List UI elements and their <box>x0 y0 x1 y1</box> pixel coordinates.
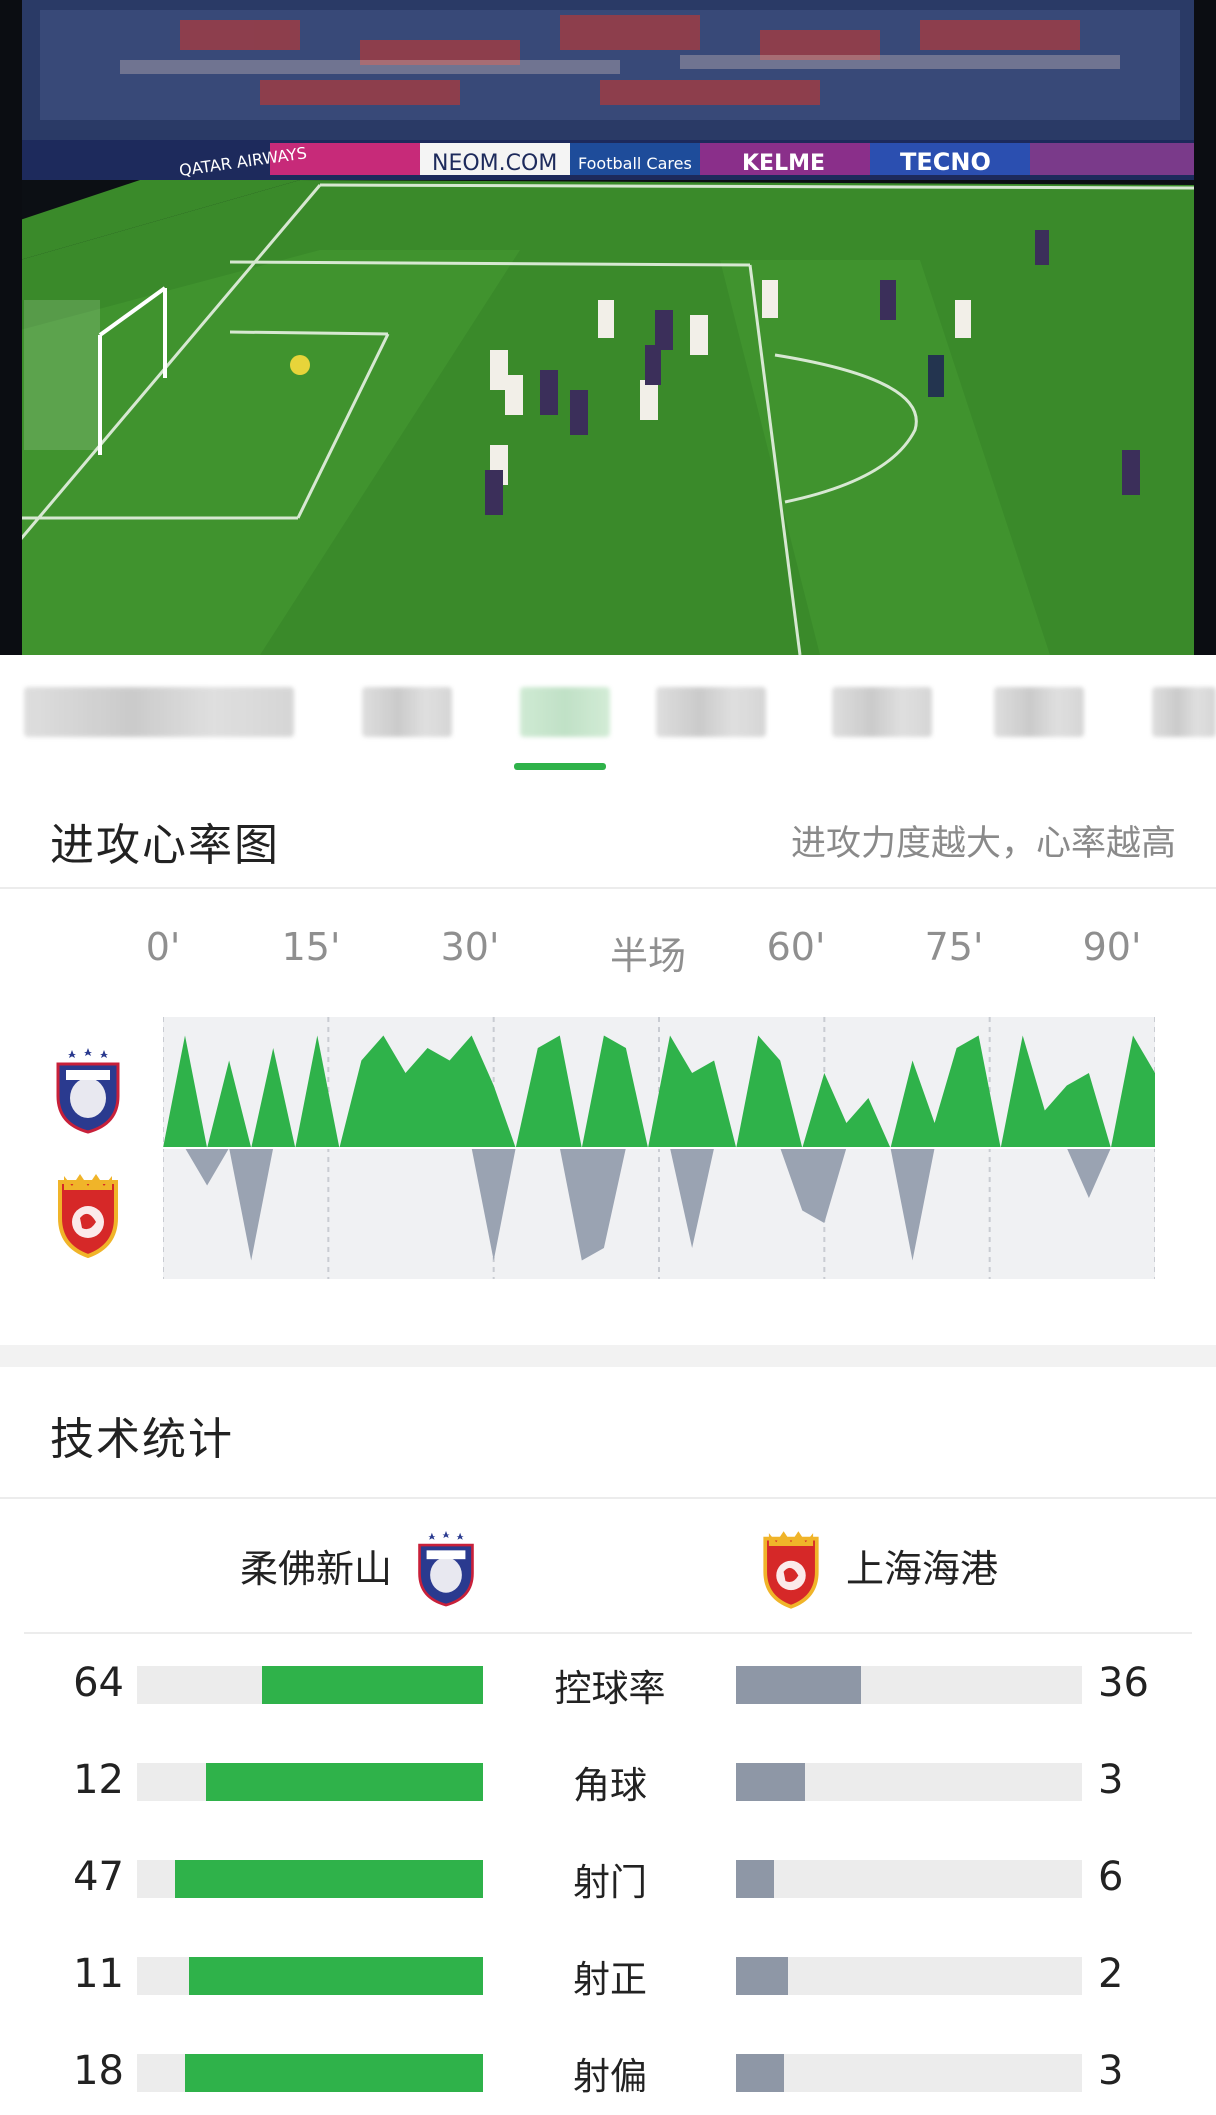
tab-1[interactable] <box>24 687 294 737</box>
tab-active-indicator <box>514 763 606 770</box>
home-off-target-value: 18 <box>73 2048 124 2094</box>
away-team-crest-icon <box>763 1531 819 1609</box>
tab-7[interactable] <box>1152 687 1216 737</box>
home-shots-value: 47 <box>73 1854 124 1900</box>
stat-row-shots-off-target: 18 射偏 3 <box>0 2042 1216 2102</box>
away-on-target-value: 2 <box>1098 1951 1124 1997</box>
stat-row-corners: 12 角球 3 <box>0 1751 1216 1811</box>
home-possession-fill <box>261 1666 483 1704</box>
home-team-name: 柔佛新山 <box>240 1547 393 1591</box>
time-label-75: 75' <box>924 925 984 969</box>
shots-label: 射门 <box>573 1861 647 1904</box>
heart-rate-title: 进攻心率图 <box>50 820 280 871</box>
away-shots-value: 6 <box>1098 1854 1124 1900</box>
time-label-30: 30' <box>440 925 500 969</box>
time-label-0: 0' <box>145 925 181 969</box>
away-corners-value: 3 <box>1098 1757 1124 1803</box>
tab-2[interactable] <box>362 687 452 737</box>
home-on-target-value: 11 <box>73 1951 124 1997</box>
home-corners-fill <box>206 1763 483 1801</box>
off-target-label: 射偏 <box>573 2055 647 2098</box>
home-off-target-fill <box>185 2054 483 2092</box>
stats-title: 技术统计 <box>50 1414 234 1465</box>
ad-tecno: TECNO <box>900 148 991 176</box>
stats-team-divider <box>24 1632 1192 1634</box>
away-possession-fill <box>736 1666 861 1704</box>
away-shots-bar <box>736 1860 1082 1898</box>
tab-3-active[interactable] <box>520 687 610 737</box>
home-team-crest-icon <box>418 1530 474 1607</box>
home-off-target-bar <box>137 2054 483 2092</box>
home-shots-bar <box>137 1860 483 1898</box>
home-on-target-bar <box>137 1957 483 1995</box>
home-possession-bar <box>137 1666 483 1704</box>
corners-label: 角球 <box>573 1764 647 1807</box>
heart-rate-divider <box>0 887 1216 889</box>
stats-divider <box>0 1497 1216 1499</box>
stat-row-possession: 64 控球率 36 <box>0 1654 1216 1714</box>
ad-kelme: KELME <box>742 151 825 176</box>
away-corners-fill <box>736 1763 806 1801</box>
home-team-logo-icon <box>56 1048 120 1134</box>
away-team-logo-icon <box>58 1174 118 1258</box>
ad-football-cares: Football Cares <box>578 154 692 173</box>
away-off-target-value: 3 <box>1098 2048 1124 2094</box>
stats-header: 技术统计 <box>0 1367 1216 1479</box>
time-label-90: 90' <box>1082 925 1142 969</box>
tab-4[interactable] <box>656 687 766 737</box>
home-corners-bar <box>137 1763 483 1801</box>
heart-rate-header: 进攻心率图 进攻力度越大，心率越高 <box>0 775 1216 887</box>
away-corners-bar <box>736 1763 1082 1801</box>
home-on-target-fill <box>188 1957 483 1995</box>
away-on-target-bar <box>736 1957 1082 1995</box>
stat-row-shots: 47 射门 6 <box>0 1848 1216 1908</box>
home-corners-value: 12 <box>73 1757 124 1803</box>
ad-neom: NEOM.COM <box>432 151 557 176</box>
on-target-label: 射正 <box>573 1958 647 2001</box>
match-video-player[interactable]: NEOM.COM Football Cares KELME TECNO QATA… <box>0 0 1216 655</box>
heart-rate-chart <box>163 1017 1155 1279</box>
section-separator <box>0 1345 1216 1367</box>
away-off-target-bar <box>736 2054 1082 2092</box>
away-off-target-fill <box>736 2054 785 2092</box>
time-label-60: 60' <box>766 925 826 969</box>
home-possession-value: 64 <box>73 1660 124 1706</box>
away-possession-bar <box>736 1666 1082 1704</box>
tab-5[interactable] <box>832 687 932 737</box>
tab-6[interactable] <box>994 687 1084 737</box>
time-label-half: 半场 <box>609 934 687 978</box>
heart-rate-note: 进攻力度越大，心率越高 <box>790 824 1176 864</box>
possession-label: 控球率 <box>554 1667 666 1710</box>
tab-bar <box>0 655 1216 775</box>
match-video-frame: NEOM.COM Football Cares KELME TECNO QATA… <box>0 0 1216 655</box>
away-team-name: 上海海港 <box>846 1547 999 1591</box>
away-shots-fill <box>736 1860 775 1898</box>
stat-row-shots-on-target: 11 射正 2 <box>0 1945 1216 2005</box>
away-possession-value: 36 <box>1098 1660 1149 1706</box>
away-on-target-fill <box>736 1957 788 1995</box>
time-label-15: 15' <box>281 925 341 969</box>
home-shots-fill <box>175 1860 483 1898</box>
